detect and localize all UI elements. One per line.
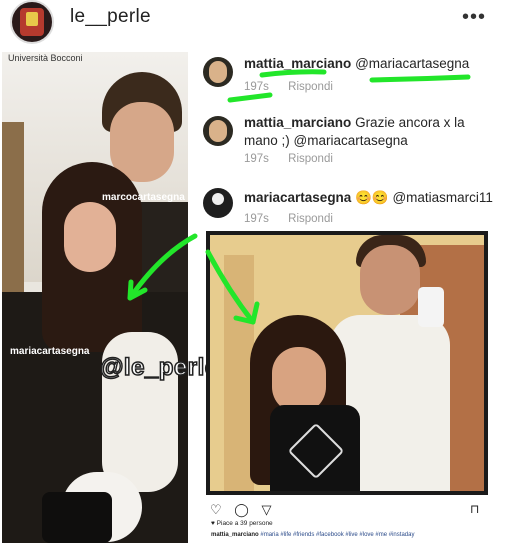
arrow-right bbox=[205, 249, 256, 325]
arrow-left bbox=[127, 233, 198, 301]
underline-mark bbox=[227, 92, 273, 103]
underline-mark bbox=[369, 74, 471, 83]
underline-mark bbox=[259, 69, 327, 78]
annotation-overlay bbox=[127, 69, 471, 325]
